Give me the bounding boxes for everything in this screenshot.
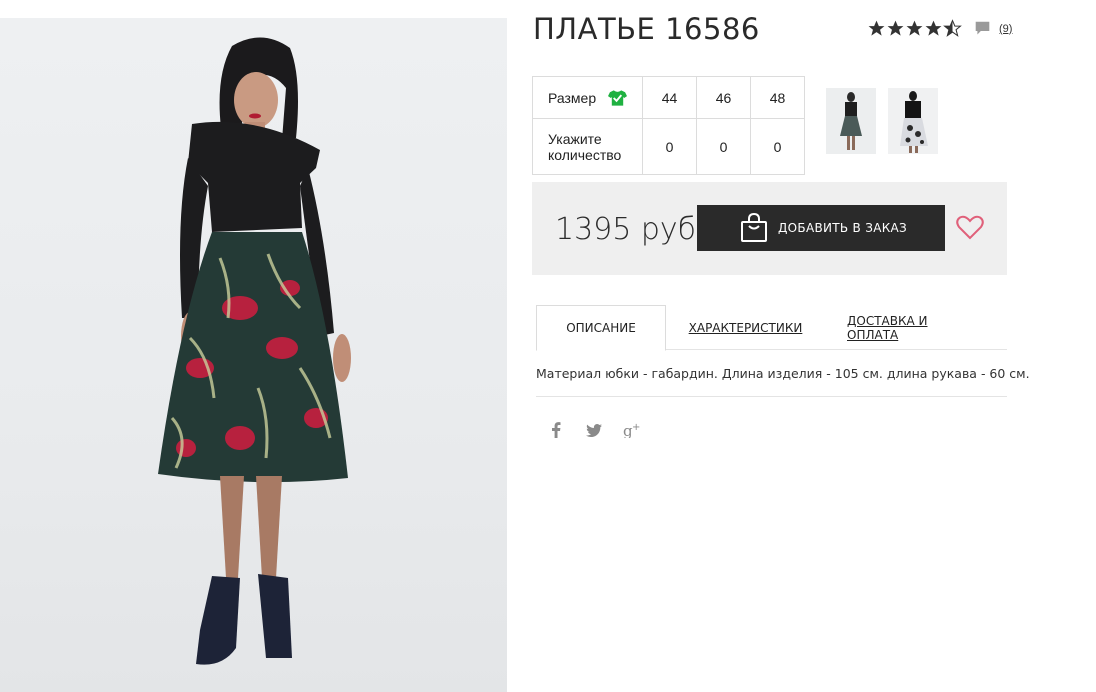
quantity-input-46[interactable]: 0 — [696, 118, 751, 175]
star-icon — [868, 20, 885, 36]
quantity-label: Укажите количество — [548, 130, 622, 163]
add-to-order-button[interactable]: ДОБАВИТЬ В ЗАКАЗ — [697, 205, 945, 251]
product-tabs: ОПИСАНИЕ ХАРАКТЕРИСТИКИ ДОСТАВКА И ОПЛАТ… — [536, 305, 1007, 351]
star-icon — [925, 20, 942, 36]
tab-delivery-payment[interactable]: ДОСТАВКА И ОПЛАТА — [847, 305, 975, 350]
size-option-48[interactable]: 48 — [750, 76, 805, 119]
size-table: Размер 44 46 48 Укажите количество 0 0 0 — [532, 76, 805, 175]
rating-stars[interactable] — [867, 19, 962, 38]
shopping-bag-icon — [741, 213, 767, 242]
quantity-input-44[interactable]: 0 — [642, 118, 697, 175]
comment-icon[interactable] — [974, 20, 991, 37]
google-plus-icon[interactable]: g + — [622, 420, 642, 440]
rating: (9) — [867, 19, 1012, 38]
star-icon — [906, 20, 923, 36]
divider — [536, 396, 1007, 397]
svg-text:+: + — [632, 422, 640, 433]
product-description: Материал юбки - габардин. Длина изделия … — [536, 366, 1030, 381]
size-label: Размер — [548, 89, 597, 106]
half-star-icon — [943, 19, 962, 37]
quantity-input-48[interactable]: 0 — [750, 118, 805, 175]
price-box: 1395 руб ДОБАВИТЬ В ЗАКАЗ — [532, 182, 1007, 275]
heart-icon[interactable] — [956, 215, 984, 240]
add-to-order-label: ДОБАВИТЬ В ЗАКАЗ — [778, 221, 908, 235]
product-thumbnail[interactable] — [826, 88, 876, 154]
shirt-size-icon[interactable] — [608, 89, 628, 107]
product-price: 1395 руб — [555, 212, 697, 247]
size-option-44[interactable]: 44 — [642, 76, 697, 119]
social-share: g + — [546, 420, 660, 440]
tab-characteristics[interactable]: ХАРАКТЕРИСТИКИ — [688, 305, 803, 350]
product-title: ПЛАТЬЕ 16586 — [533, 12, 760, 46]
facebook-icon[interactable] — [546, 420, 566, 440]
twitter-icon[interactable] — [584, 420, 604, 440]
main-product-photo[interactable] — [0, 18, 507, 692]
size-option-46[interactable]: 46 — [696, 76, 751, 119]
product-page: ПЛАТЬЕ 16586 (9) Размер 44 46 48 Укажите… — [0, 0, 1096, 692]
size-label-cell: Размер — [532, 76, 643, 119]
tab-description[interactable]: ОПИСАНИЕ — [536, 305, 666, 351]
reviews-count-link[interactable]: (9) — [999, 23, 1012, 35]
star-icon — [887, 20, 904, 36]
product-thumbnail[interactable] — [888, 88, 938, 154]
quantity-label-cell: Укажите количество — [532, 118, 643, 175]
